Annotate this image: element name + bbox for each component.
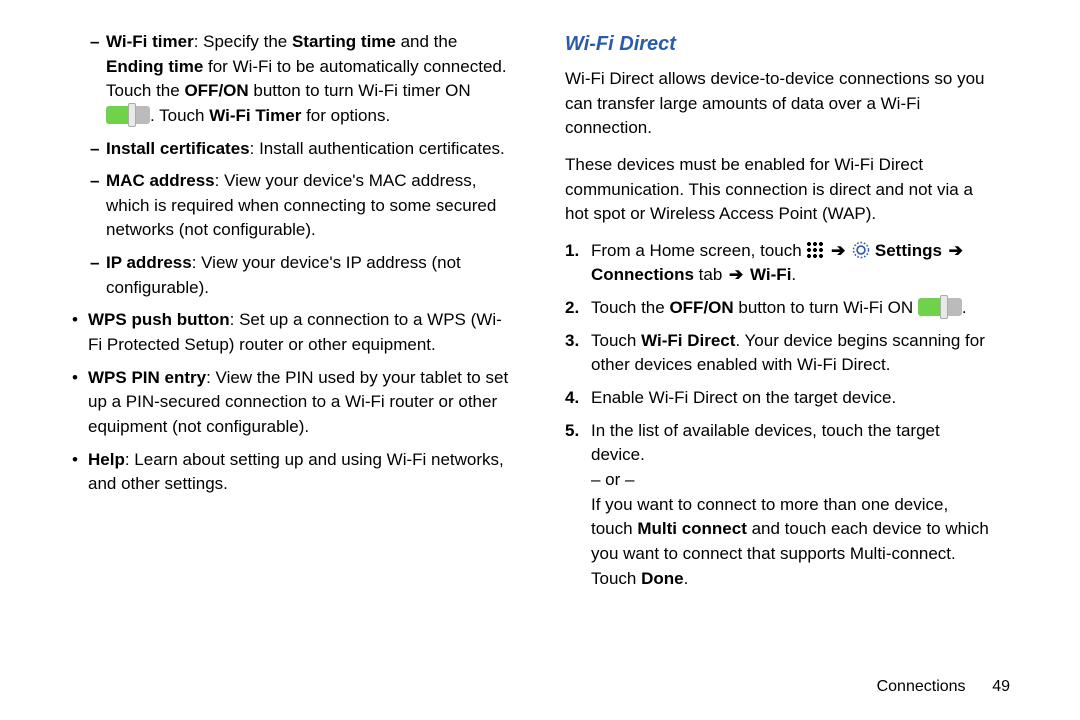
- item-wifi-timer: Wi-Fi timer: Specify the Starting time a…: [90, 30, 515, 129]
- item-mac-address: MAC address: View your device's MAC addr…: [90, 169, 515, 243]
- advanced-sublist: Wi-Fi timer: Specify the Starting time a…: [90, 30, 515, 300]
- intro-paragraph-1: Wi-Fi Direct allows device-to-device con…: [565, 67, 990, 141]
- wps-pin-label: WPS PIN entry: [88, 368, 206, 387]
- manual-page: Wi-Fi timer: Specify the Starting time a…: [0, 0, 1080, 720]
- toggle-on-icon: [106, 106, 150, 124]
- arrow-icon: ➔: [829, 241, 847, 260]
- mac-label: MAC address: [106, 171, 215, 190]
- help-label: Help: [88, 450, 125, 469]
- step-1: From a Home screen, touch ➔ Settings ➔ C…: [565, 239, 990, 288]
- or-divider: – or –: [591, 470, 634, 489]
- footer-section: Connections: [877, 678, 966, 695]
- page-number: 49: [970, 675, 1010, 698]
- item-install-certificates: Install certificates: Install authentica…: [90, 137, 515, 162]
- settings-gear-icon: [852, 241, 870, 259]
- step-2: Touch the OFF/ON button to turn Wi-Fi ON…: [565, 296, 990, 321]
- wifi-direct-heading: Wi-Fi Direct: [565, 30, 990, 59]
- install-cert-label: Install certificates: [106, 139, 250, 158]
- item-wps-push: WPS push button: Set up a connection to …: [72, 308, 515, 357]
- left-column: Wi-Fi timer: Specify the Starting time a…: [40, 30, 540, 700]
- intro-paragraph-2: These devices must be enabled for Wi-Fi …: [565, 153, 990, 227]
- ip-label: IP address: [106, 253, 192, 272]
- page-footer: Connections 49: [877, 675, 1010, 698]
- wps-push-label: WPS push button: [88, 310, 230, 329]
- arrow-icon: ➔: [947, 241, 965, 260]
- right-column: Wi-Fi Direct Wi-Fi Direct allows device-…: [540, 30, 1040, 700]
- step-3: Touch Wi-Fi Direct. Your device begins s…: [565, 329, 990, 378]
- item-wps-pin: WPS PIN entry: View the PIN used by your…: [72, 366, 515, 440]
- arrow-icon: ➔: [727, 265, 745, 284]
- wifi-options-list: WPS push button: Set up a connection to …: [72, 308, 515, 496]
- steps-list: From a Home screen, touch ➔ Settings ➔ C…: [565, 239, 990, 591]
- item-help: Help: Learn about setting up and using W…: [72, 448, 515, 497]
- step-5: In the list of available devices, touch …: [565, 419, 990, 591]
- apps-grid-icon: [806, 241, 824, 259]
- item-ip-address: IP address: View your device's IP addres…: [90, 251, 515, 300]
- wifi-timer-label: Wi-Fi timer: [106, 32, 194, 51]
- toggle-on-icon: [918, 298, 962, 316]
- step-4: Enable Wi-Fi Direct on the target device…: [565, 386, 990, 411]
